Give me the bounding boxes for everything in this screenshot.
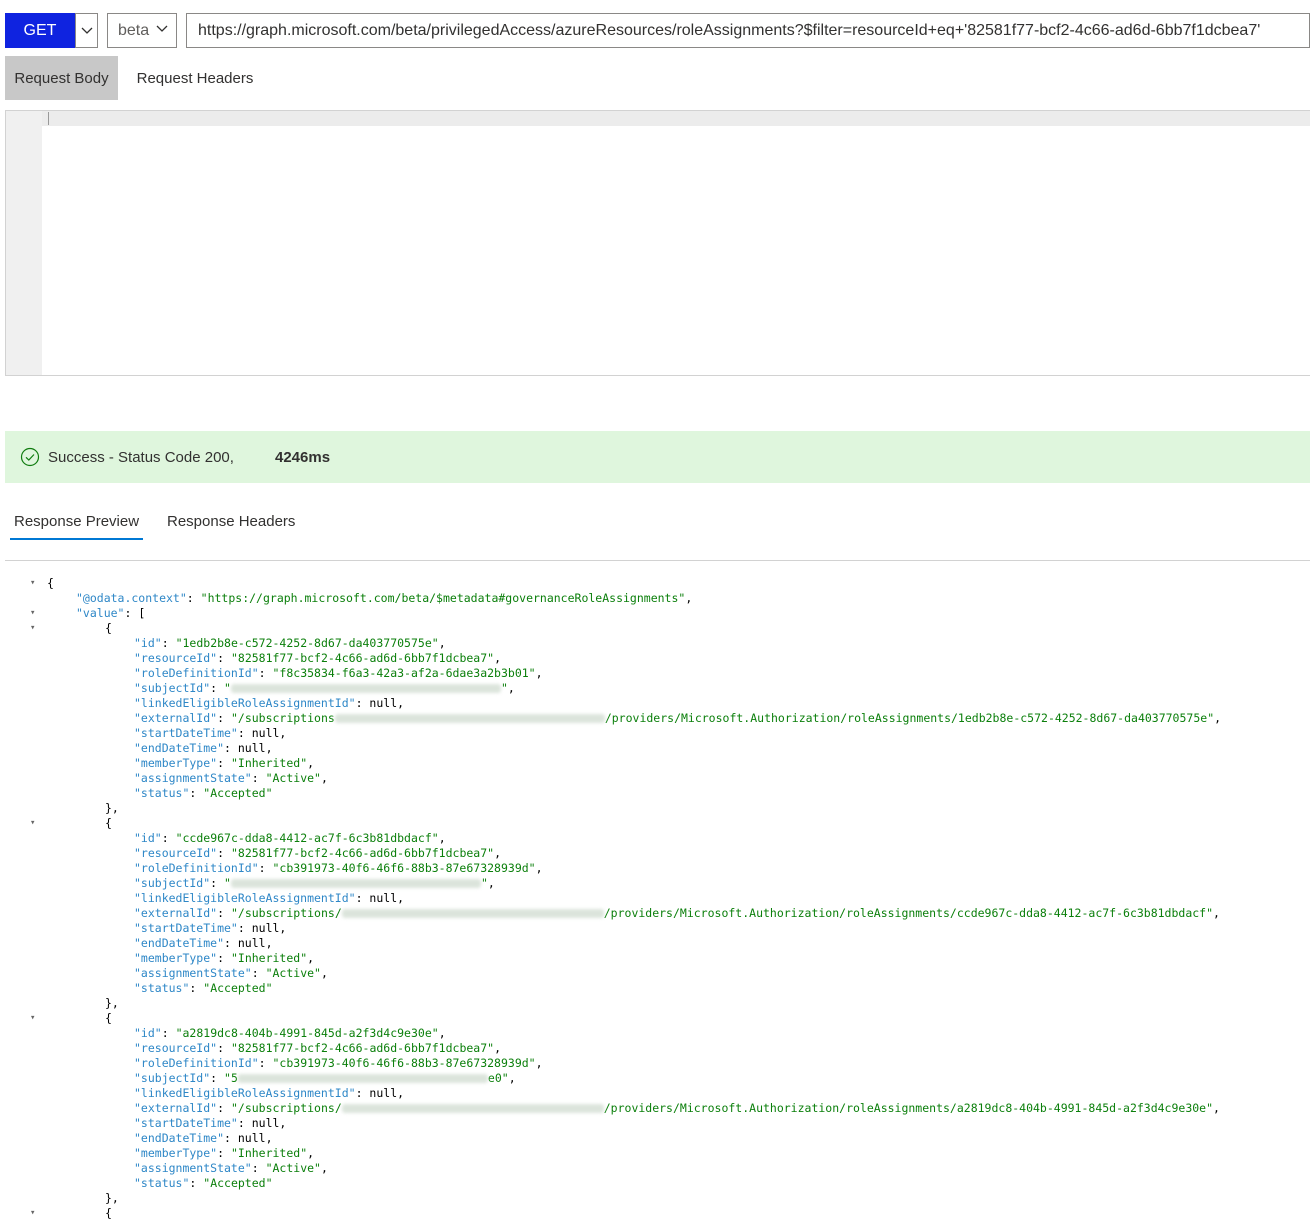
code-line: "assignmentState": "Active",: [134, 966, 328, 980]
editor-active-line: [42, 111, 1310, 126]
code-line: {: [105, 1206, 112, 1220]
code-line: "linkedEligibleRoleAssignmentId": null,: [134, 1086, 405, 1100]
status-bar: Success - Status Code 200, 4246ms: [5, 431, 1310, 483]
code-line: "roleDefinitionId": "cb391973-40f6-46f6-…: [134, 1056, 543, 1070]
tab-response-headers[interactable]: Response Headers: [163, 504, 299, 538]
url-value: https://graph.microsoft.com/beta/privile…: [198, 21, 1261, 39]
fold-toggle-icon[interactable]: ▾: [30, 1206, 40, 1221]
code-line: "value": [: [76, 606, 146, 620]
method-label: GET: [23, 21, 57, 39]
code-line: "linkedEligibleRoleAssignmentId": null,: [134, 891, 405, 905]
code-line: "status": "Accepted": [134, 786, 273, 800]
code-line: "startDateTime": null,: [134, 1116, 287, 1130]
code-line: "roleDefinitionId": "f8c35834-f6a3-42a3-…: [134, 666, 543, 680]
code-line: },: [105, 801, 119, 815]
code-line: "resourceId": "82581f77-bcf2-4c66-ad6d-6…: [134, 651, 502, 665]
chevron-down-icon: [156, 25, 168, 32]
code-line: "externalId": "/subscriptions//providers…: [134, 1101, 1220, 1115]
code-line: {: [47, 576, 54, 590]
redacted-block: [341, 1104, 604, 1113]
code-line: "endDateTime": null,: [134, 741, 273, 755]
code-line: "@odata.context": "https://graph.microso…: [76, 591, 693, 605]
code-line: {: [105, 816, 112, 830]
code-line: "id": "1edb2b8e-c572-4252-8d67-da4037705…: [134, 636, 446, 650]
code-line: "id": "a2819dc8-404b-4991-845d-a2f3d4c9e…: [134, 1026, 446, 1040]
url-input[interactable]: https://graph.microsoft.com/beta/privile…: [186, 13, 1310, 48]
tab-request-body[interactable]: Request Body: [5, 56, 118, 100]
code-line: "status": "Accepted": [134, 1176, 273, 1190]
code-line: "externalId": "/subscriptions/providers/…: [134, 711, 1222, 725]
version-select[interactable]: beta: [107, 13, 177, 48]
redacted-block: [334, 714, 605, 723]
code-line: "subjectId": " ",: [134, 681, 515, 695]
version-value: beta: [118, 21, 150, 39]
status-text: Success - Status Code 200,: [48, 448, 234, 466]
divider: [5, 560, 1310, 561]
redacted-block: [230, 879, 481, 888]
code-line: "status": "Accepted": [134, 981, 273, 995]
code-line: "resourceId": "82581f77-bcf2-4c66-ad6d-6…: [134, 1041, 502, 1055]
check-circle-icon: [20, 447, 40, 467]
code-line: },: [105, 1191, 119, 1205]
status-time: 4246ms: [275, 448, 331, 466]
fold-toggle-icon[interactable]: ▾: [30, 816, 40, 831]
code-line: "memberType": "Inherited",: [134, 951, 315, 965]
method-dropdown-toggle[interactable]: [75, 13, 98, 48]
code-line: "subjectId": "5 e0",: [134, 1071, 516, 1085]
code-line: {: [105, 621, 112, 635]
tab-request-headers[interactable]: Request Headers: [126, 56, 264, 100]
redacted-block: [341, 909, 604, 918]
text-cursor: [48, 112, 49, 125]
code-line: },: [105, 996, 119, 1010]
code-line: {: [105, 1011, 112, 1025]
fold-toggle-icon[interactable]: ▾: [30, 606, 40, 621]
code-line: "endDateTime": null,: [134, 1131, 273, 1145]
code-line: "id": "ccde967c-dda8-4412-ac7f-6c3b81dbd…: [134, 831, 446, 845]
code-line: "memberType": "Inherited",: [134, 756, 315, 770]
tab-response-preview[interactable]: Response Preview: [10, 504, 144, 540]
fold-toggle-icon[interactable]: ▾: [30, 621, 40, 636]
redacted-block: [237, 1074, 488, 1083]
fold-toggle-icon[interactable]: ▾: [30, 576, 40, 591]
code-line: "externalId": "/subscriptions//providers…: [134, 906, 1220, 920]
code-line: "subjectId": " ",: [134, 876, 495, 890]
code-line: "assignmentState": "Active",: [134, 771, 328, 785]
method-button[interactable]: GET: [5, 13, 75, 48]
code-line: "endDateTime": null,: [134, 936, 273, 950]
code-line: "assignmentState": "Active",: [134, 1161, 328, 1175]
editor-gutter: [6, 111, 42, 375]
code-line: "startDateTime": null,: [134, 726, 287, 740]
redacted-block: [230, 684, 501, 693]
chevron-down-icon: [81, 27, 92, 34]
code-line: "linkedEligibleRoleAssignmentId": null,: [134, 696, 405, 710]
fold-toggle-icon[interactable]: ▾: [30, 1011, 40, 1026]
request-body-editor[interactable]: [5, 110, 1310, 376]
code-line: "resourceId": "82581f77-bcf2-4c66-ad6d-6…: [134, 846, 502, 860]
code-line: "roleDefinitionId": "cb391973-40f6-46f6-…: [134, 861, 543, 875]
code-line: "memberType": "Inherited",: [134, 1146, 315, 1160]
code-line: "startDateTime": null,: [134, 921, 287, 935]
